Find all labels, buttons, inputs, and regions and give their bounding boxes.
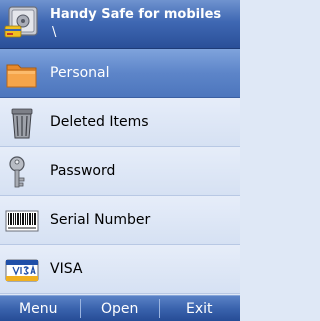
list-item-password[interactable]: Password bbox=[0, 147, 240, 196]
list-item-label: Serial Number bbox=[50, 212, 151, 228]
softkey-bar: Menu Open Exit bbox=[0, 295, 240, 321]
exit-softkey[interactable]: Exit bbox=[186, 301, 213, 317]
list-item-label: Password bbox=[50, 163, 116, 179]
title-bar: Handy Safe for mobiles \ bbox=[0, 0, 240, 49]
list-item-label: Personal bbox=[50, 65, 110, 81]
softkey-divider bbox=[80, 299, 81, 318]
trash-icon bbox=[11, 108, 33, 139]
list-item-personal[interactable]: Personal bbox=[0, 49, 240, 98]
folder-icon bbox=[6, 64, 37, 88]
current-path: \ bbox=[52, 25, 57, 40]
open-softkey[interactable]: Open bbox=[101, 301, 138, 317]
app-title: Handy Safe for mobiles bbox=[50, 7, 222, 22]
key-icon bbox=[9, 156, 25, 188]
softkey-divider bbox=[159, 299, 160, 318]
barcode-icon bbox=[5, 210, 39, 232]
safe-icon bbox=[4, 6, 38, 38]
list-item-label: Deleted Items bbox=[50, 114, 149, 130]
list-item-visa[interactable]: VISA bbox=[0, 245, 240, 294]
list-item-deleted-items[interactable]: Deleted Items bbox=[0, 98, 240, 147]
list-item-label: VISA bbox=[50, 261, 83, 277]
credit-card-icon bbox=[5, 259, 39, 282]
menu-softkey[interactable]: Menu bbox=[19, 301, 57, 317]
folder-list: Personal Deleted Items Password Serial N… bbox=[0, 49, 240, 295]
list-item-serial-number[interactable]: Serial Number bbox=[0, 196, 240, 245]
